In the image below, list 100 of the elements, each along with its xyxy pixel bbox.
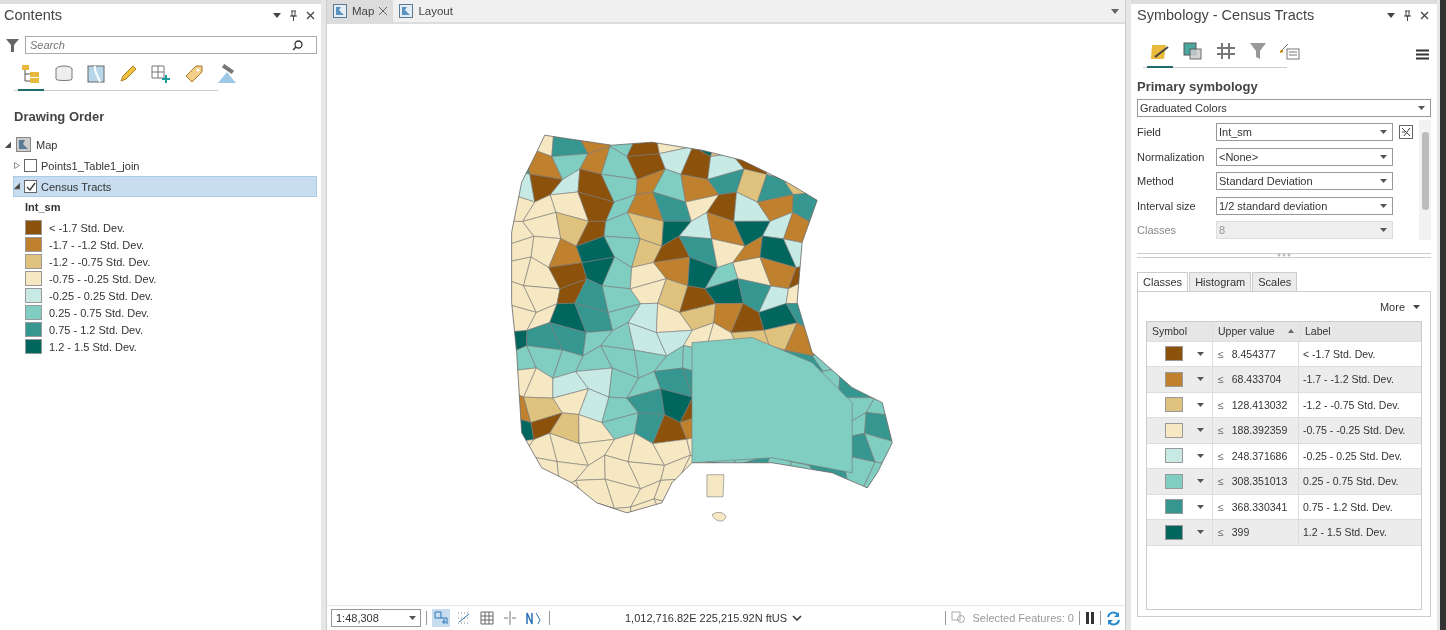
dropdown-field[interactable]: <None> <box>1216 147 1393 166</box>
layer-row[interactable]: Census Tracts <box>13 176 317 197</box>
dropdown-caret-icon[interactable] <box>1380 179 1387 184</box>
close-icon[interactable] <box>379 7 388 15</box>
dropdown-caret-icon[interactable] <box>1197 504 1204 509</box>
label-cell[interactable]: -1.7 - -1.2 Std. Dev. <box>1299 373 1394 386</box>
dropdown-caret-icon[interactable] <box>1380 154 1387 159</box>
upper-value-cell[interactable]: 248.371686 <box>1231 449 1288 462</box>
brush-list-icon[interactable] <box>1279 41 1301 61</box>
chevron-down-icon[interactable] <box>792 615 803 621</box>
symbol-swatch[interactable] <box>1165 448 1183 464</box>
expand-arrow-icon[interactable] <box>14 183 20 190</box>
label-cell[interactable]: 0.75 - 1.2 Std. Dev. <box>1299 500 1393 513</box>
pin-icon[interactable] <box>290 9 297 21</box>
pause-icon[interactable] <box>1085 612 1095 624</box>
legend-label: -0.75 - -0.25 Std. Dev. <box>49 272 157 285</box>
filter-icon[interactable] <box>6 37 19 53</box>
symbol-swatch[interactable] <box>1165 422 1183 438</box>
dropdown-field[interactable]: 1/2 standard deviation <box>1216 196 1393 215</box>
symbol-swatch[interactable] <box>1165 397 1183 413</box>
menu-icon[interactable] <box>1416 48 1429 60</box>
dropdown-caret-icon[interactable] <box>1418 106 1425 110</box>
symbol-swatch[interactable] <box>1165 346 1183 362</box>
dropdown-field[interactable]: Int_sm <box>1216 123 1393 142</box>
dropdown-caret-icon[interactable] <box>1197 402 1204 407</box>
dropdown-caret-icon[interactable] <box>1380 203 1387 208</box>
layered-squares-icon[interactable] <box>1182 41 1204 61</box>
database-icon[interactable] <box>54 64 74 84</box>
scale-field[interactable]: 1:48,308 <box>331 609 421 627</box>
dropdown-caret-icon[interactable] <box>1197 428 1204 433</box>
dropdown-caret-icon[interactable] <box>1197 351 1204 356</box>
table-icon[interactable] <box>479 610 495 626</box>
dropdown-caret-icon[interactable] <box>1197 453 1204 458</box>
label-cell[interactable]: 0.25 - 0.75 Std. Dev. <box>1299 475 1399 488</box>
upper-value-cell[interactable]: 399 <box>1231 526 1250 539</box>
dropdown-caret-icon[interactable] <box>1387 12 1395 18</box>
symbol-swatch[interactable] <box>1165 499 1183 515</box>
expand-arrow-icon[interactable] <box>5 141 11 148</box>
map-icon <box>16 137 31 152</box>
filter-icon[interactable] <box>1248 41 1268 61</box>
view-tab[interactable]: Map <box>327 0 394 22</box>
upper-value-cell[interactable]: 68.433704 <box>1231 373 1282 386</box>
label-cell[interactable]: -1.2 - -0.75 Std. Dev. <box>1299 398 1400 411</box>
grid-dots-icon[interactable] <box>456 610 472 626</box>
upper-value-cell[interactable]: 188.392359 <box>1231 424 1288 437</box>
dropdown-caret-icon[interactable] <box>1413 304 1420 309</box>
tab[interactable]: Classes <box>1137 271 1189 292</box>
scrollbar[interactable] <box>1419 120 1431 240</box>
checkbox[interactable] <box>24 159 37 172</box>
pin-icon[interactable] <box>1404 9 1411 21</box>
dropdown-caret-icon[interactable] <box>273 12 281 18</box>
operator-text: ≤ <box>1218 347 1224 360</box>
upper-value-cell[interactable]: 128.413032 <box>1231 398 1288 411</box>
label-cell[interactable]: -0.75 - -0.25 Std. Dev. <box>1299 424 1406 437</box>
close-icon[interactable] <box>1420 10 1429 20</box>
operator-text: ≤ <box>1218 526 1224 539</box>
label-cell[interactable]: 1.2 - 1.5 Std. Dev. <box>1299 526 1387 539</box>
dropdown-caret-icon[interactable] <box>1197 530 1204 535</box>
column-header[interactable]: Label <box>1301 325 1331 337</box>
renderer-dropdown[interactable]: Graduated Colors <box>1137 99 1431 117</box>
operator-text: ≤ <box>1218 500 1224 513</box>
tab[interactable]: Scales <box>1252 271 1298 292</box>
tree-item[interactable]: Map <box>36 138 58 151</box>
expression-button-icon[interactable] <box>1399 125 1413 140</box>
navigate-icon[interactable] <box>433 610 449 626</box>
refresh-icon[interactable] <box>1106 610 1121 626</box>
tag-icon[interactable] <box>184 64 204 84</box>
pencil-icon[interactable] <box>118 64 138 84</box>
more-menu[interactable]: More <box>1379 300 1405 313</box>
upper-value-cell[interactable]: 8.454377 <box>1231 347 1276 360</box>
dropdown-caret-icon[interactable] <box>1197 479 1204 484</box>
dropdown-caret-icon[interactable] <box>1111 8 1119 14</box>
symbol-swatch[interactable] <box>1165 524 1183 540</box>
dropdown-caret-icon[interactable] <box>1197 377 1204 382</box>
column-header[interactable]: Upper value <box>1218 325 1275 337</box>
dropdown-field[interactable]: Standard Deviation <box>1216 172 1393 191</box>
satellite-icon[interactable] <box>216 64 238 84</box>
symbol-swatch[interactable] <box>1165 473 1183 489</box>
layer-row[interactable]: Points1_Table1_join <box>4 155 317 176</box>
search-field[interactable]: Search <box>25 36 317 54</box>
upper-value-cell[interactable]: 308.351013 <box>1231 475 1288 488</box>
hatch-icon[interactable] <box>1215 41 1237 61</box>
search-icon[interactable] <box>292 40 303 51</box>
splitter-grip-icon[interactable] <box>1277 253 1291 257</box>
symbol-swatch[interactable] <box>1165 371 1183 387</box>
north-arrow-icon[interactable] <box>525 610 543 626</box>
map-sheet-icon[interactable] <box>86 64 106 84</box>
tab[interactable]: Histogram <box>1189 271 1252 292</box>
layout-page-icon <box>399 4 414 18</box>
label-cell[interactable]: -0.25 - 0.25 Std. Dev. <box>1299 449 1403 462</box>
upper-value-cell[interactable]: 368.330341 <box>1231 500 1288 513</box>
dropdown-caret-icon[interactable] <box>1380 130 1387 135</box>
sort-ascending-icon[interactable] <box>1288 329 1294 333</box>
close-icon[interactable] <box>306 10 315 20</box>
dropdown-caret-icon[interactable] <box>409 616 416 620</box>
column-header[interactable]: Symbol <box>1147 321 1213 341</box>
grid-add-icon[interactable] <box>150 64 172 84</box>
checkbox[interactable] <box>24 180 37 193</box>
label-cell[interactable]: < -1.7 Std. Dev. <box>1299 347 1376 360</box>
view-tab[interactable]: Layout <box>393 0 459 22</box>
